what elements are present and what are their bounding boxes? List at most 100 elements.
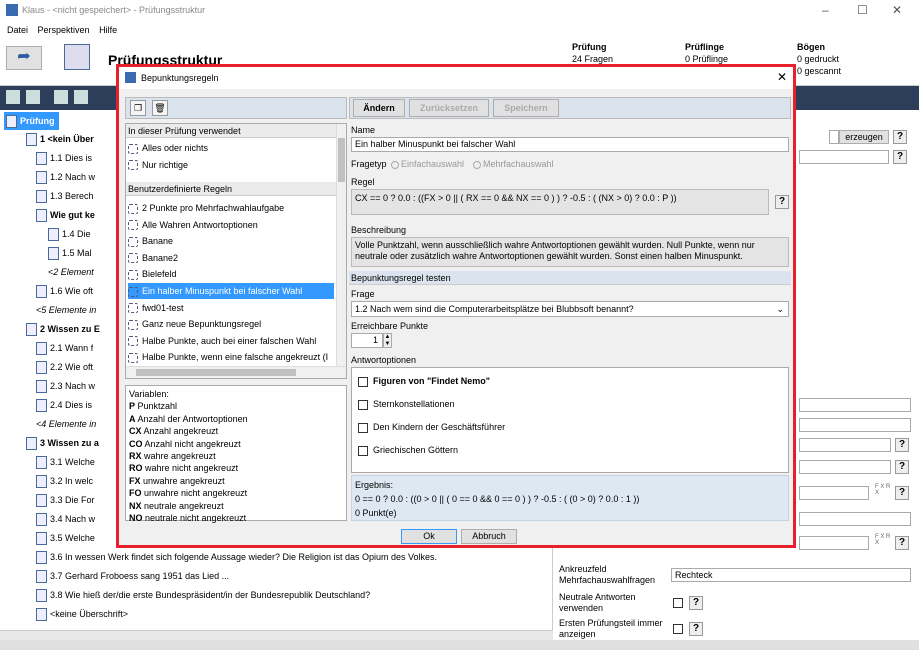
tree-item[interactable]: 1.1 Dies is	[36, 149, 92, 167]
help-button[interactable]: ?	[893, 130, 907, 144]
rule-list-hscrollbar[interactable]	[126, 366, 346, 378]
field-c[interactable]	[799, 460, 891, 474]
select-6[interactable]	[799, 536, 869, 550]
tree-item[interactable]: 1.4 Die	[48, 225, 91, 243]
help-button[interactable]: ?	[775, 195, 789, 209]
stepper-arrows-icon[interactable]: ▲ ▼	[383, 333, 392, 348]
points-stepper[interactable]: 1	[351, 333, 383, 348]
tree-root[interactable]: Prüfung	[4, 112, 59, 130]
tree-item[interactable]: 2.4 Dies is	[36, 396, 92, 414]
neutral-checkbox[interactable]	[673, 598, 683, 608]
answer-option[interactable]: Griechischen Göttern	[358, 445, 458, 456]
type-single-radio[interactable]: Einfachauswahl	[391, 159, 464, 169]
tool-icon-2[interactable]	[26, 90, 40, 104]
menu-datei[interactable]: Datei	[7, 25, 28, 35]
name-input[interactable]: Ein halber Minuspunkt bei falscher Wahl	[351, 137, 789, 152]
rule-list-item[interactable]: Nur richtige	[128, 157, 334, 173]
select-5[interactable]	[799, 512, 911, 526]
first-part-checkbox[interactable]	[673, 624, 683, 634]
rule-list-item[interactable]: Banane2	[128, 250, 334, 266]
tree-item[interactable]: 1 <kein Über	[26, 130, 94, 148]
tool-icon-3[interactable]	[54, 90, 68, 104]
tree-item[interactable]: <4 Elemente in	[36, 415, 96, 433]
tree-item[interactable]: <2 Element	[48, 263, 94, 281]
tree-item[interactable]: 2 Wissen zu E	[26, 320, 100, 338]
option-checkbox[interactable]	[358, 422, 368, 433]
answer-option[interactable]: Figuren von "Findet Nemo"	[358, 376, 490, 387]
tree-item[interactable]: 3.3 Die For	[36, 491, 95, 509]
select-3[interactable]	[799, 438, 891, 452]
maximize-button[interactable]: ☐	[857, 3, 868, 17]
option-checkbox[interactable]	[358, 445, 368, 456]
rule-list-item[interactable]: Alle Wahren Antwortoptionen	[128, 217, 334, 233]
tree-item[interactable]: 1.6 Wie oft	[36, 282, 93, 300]
option-checkbox[interactable]	[358, 399, 368, 410]
tree-item[interactable]: 3 Wissen zu a	[26, 434, 99, 452]
tree-item[interactable]: 3.5 Welche	[36, 529, 95, 547]
trash-icon[interactable]: 🗑	[152, 100, 168, 116]
change-button[interactable]: Ändern	[353, 99, 405, 117]
select-2[interactable]	[799, 418, 911, 432]
cancel-button[interactable]: Abbruch	[461, 529, 517, 544]
dialog-close-button[interactable]: ✕	[777, 70, 787, 84]
tree-item[interactable]: 3.2 In welc	[36, 472, 93, 490]
rule-list-item[interactable]: fwd01-test	[128, 300, 334, 316]
help-button[interactable]: ?	[689, 622, 703, 636]
type-multi-radio[interactable]: Mehrfachauswahl	[473, 159, 554, 169]
tool-icon-1[interactable]	[6, 90, 20, 104]
tree-item[interactable]: 1.2 Nach w	[36, 168, 95, 186]
window-close-button[interactable]: ✕	[892, 3, 902, 17]
select-4[interactable]	[799, 486, 869, 500]
fx-icon[interactable]: F X R X	[875, 534, 891, 546]
rule-list-item[interactable]: 2 Punkte pro Mehrfachwahlaufgabe	[128, 200, 334, 216]
rule-list-item[interactable]: Ein halber Minuspunkt bei falscher Wahl	[128, 283, 334, 299]
help-button[interactable]: ?	[895, 536, 909, 550]
copy-icon[interactable]: ❐	[130, 100, 146, 116]
desc-textarea[interactable]: Volle Punktzahl, wenn ausschließlich wah…	[351, 237, 789, 267]
answer-option[interactable]: Den Kindern der Geschäftsführer	[358, 422, 505, 433]
help-button[interactable]: ?	[895, 486, 909, 500]
tree-item[interactable]: Wie gut ke	[36, 206, 95, 224]
tree-item[interactable]: 2.2 Wie oft	[36, 358, 93, 376]
rule-list-vscrollbar[interactable]	[336, 124, 346, 366]
tool-icon-4[interactable]	[74, 90, 88, 104]
tree-item[interactable]: 3.4 Nach w	[36, 510, 95, 528]
help-button[interactable]: ?	[895, 438, 909, 452]
tree-item[interactable]: 3.1 Welche	[36, 453, 95, 471]
tree-item[interactable]: 1.3 Berech	[36, 187, 94, 205]
field-a[interactable]	[829, 130, 839, 144]
rule-list-item[interactable]: Halbe Punkte, auch bei einer falschen Wa…	[128, 333, 334, 349]
tree-item[interactable]: 2.3 Nach w	[36, 377, 95, 395]
help-button[interactable]: ?	[689, 596, 703, 610]
back-arrow-icon[interactable]: ➦	[6, 46, 42, 70]
tree-item[interactable]: 3.7 Gerhard Froboess sang 1951 das Lied …	[36, 567, 229, 585]
create-button[interactable]: erzeugen	[839, 130, 889, 144]
question-select[interactable]: 1.2 Nach wem sind die Computerarbeitsplä…	[351, 301, 789, 317]
select-1[interactable]	[799, 398, 911, 412]
ok-button[interactable]: Ok	[401, 529, 457, 544]
option-checkbox[interactable]	[358, 376, 368, 387]
tree-item[interactable]: <keine Überschrift>	[36, 605, 128, 623]
fx-icon[interactable]: F X R X	[875, 484, 891, 496]
minimize-button[interactable]: –	[822, 3, 829, 17]
rule-list-item[interactable]: Ganz neue Bepunktungsregel	[128, 316, 334, 332]
tree-item[interactable]: 1.5 Mal	[48, 244, 92, 262]
rule-list-item[interactable]: Banane	[128, 233, 334, 249]
ankreuzfeld-select[interactable]: Rechteck	[671, 568, 911, 582]
field-b[interactable]	[799, 150, 889, 164]
reset-button[interactable]: Zurücksetzen	[409, 99, 489, 117]
rule-list-item[interactable]: Bielefeld	[128, 266, 334, 282]
save-button[interactable]: Speichern	[493, 99, 559, 117]
tree-item[interactable]: 3.6 In wessen Werk findet sich folgende …	[36, 548, 437, 566]
tree-item[interactable]: 2.1 Wann f	[36, 339, 93, 357]
tree-hscrollbar[interactable]	[0, 630, 553, 640]
tree-item[interactable]: <5 Elemente in	[36, 301, 96, 319]
rule-list-item[interactable]: Alles oder nichts	[128, 140, 334, 156]
rule-textarea[interactable]: CX == 0 ? 0.0 : ((FX > 0 || ( RX == 0 &&…	[351, 189, 769, 215]
tree-item[interactable]: 3.8 Wie hieß der/die erste Bundespräside…	[36, 586, 370, 604]
menu-hilfe[interactable]: Hilfe	[99, 25, 117, 35]
answer-option[interactable]: Sternkonstellationen	[358, 399, 455, 410]
help-button[interactable]: ?	[895, 460, 909, 474]
menu-perspektiven[interactable]: Perspektiven	[38, 25, 90, 35]
help-button[interactable]: ?	[893, 150, 907, 164]
